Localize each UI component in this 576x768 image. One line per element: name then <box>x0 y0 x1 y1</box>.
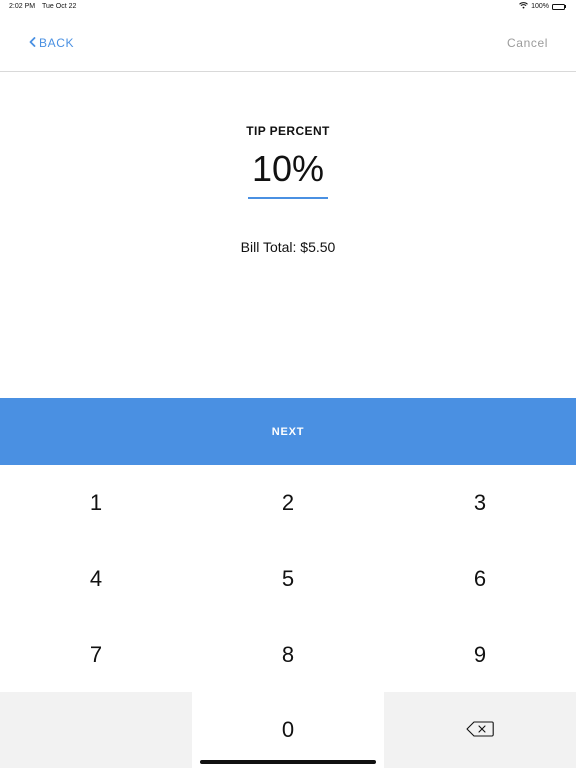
key-1[interactable]: 1 <box>0 465 192 541</box>
key-9[interactable]: 9 <box>384 617 576 693</box>
key-7[interactable]: 7 <box>0 617 192 693</box>
key-4[interactable]: 4 <box>0 541 192 617</box>
key-2[interactable]: 2 <box>192 465 384 541</box>
delete-key[interactable] <box>384 692 576 768</box>
key-6[interactable]: 6 <box>384 541 576 617</box>
key-8[interactable]: 8 <box>192 617 384 693</box>
nav-bar: BACK Cancel <box>0 14 576 72</box>
tip-percent-field[interactable]: 10% <box>248 148 328 190</box>
battery-icon <box>552 3 566 10</box>
key-empty <box>0 692 192 768</box>
cancel-button[interactable]: Cancel <box>507 36 548 50</box>
key-3[interactable]: 3 <box>384 465 576 541</box>
numeric-keypad: 1 2 3 4 5 6 7 8 9 0 <box>0 465 576 768</box>
key-0[interactable]: 0 <box>192 692 384 768</box>
tip-field-underline <box>248 197 328 199</box>
home-indicator <box>200 760 376 764</box>
back-label: BACK <box>39 36 75 50</box>
bill-total: Bill Total: $5.50 <box>240 239 336 255</box>
chevron-left-icon <box>29 36 36 50</box>
tip-heading: TIP PERCENT <box>246 124 330 138</box>
status-bar: 2:02 PM Tue Oct 22 100% <box>0 0 576 14</box>
status-date: Tue Oct 22 <box>42 3 77 10</box>
next-button[interactable]: NEXT <box>0 398 576 465</box>
key-5[interactable]: 5 <box>192 541 384 617</box>
status-right: 100% <box>519 2 566 11</box>
backspace-icon <box>466 717 494 743</box>
status-time: 2:02 PM <box>9 3 36 10</box>
battery-percent: 100% <box>531 3 549 10</box>
wifi-icon <box>519 2 528 11</box>
back-button[interactable]: BACK <box>29 36 74 50</box>
